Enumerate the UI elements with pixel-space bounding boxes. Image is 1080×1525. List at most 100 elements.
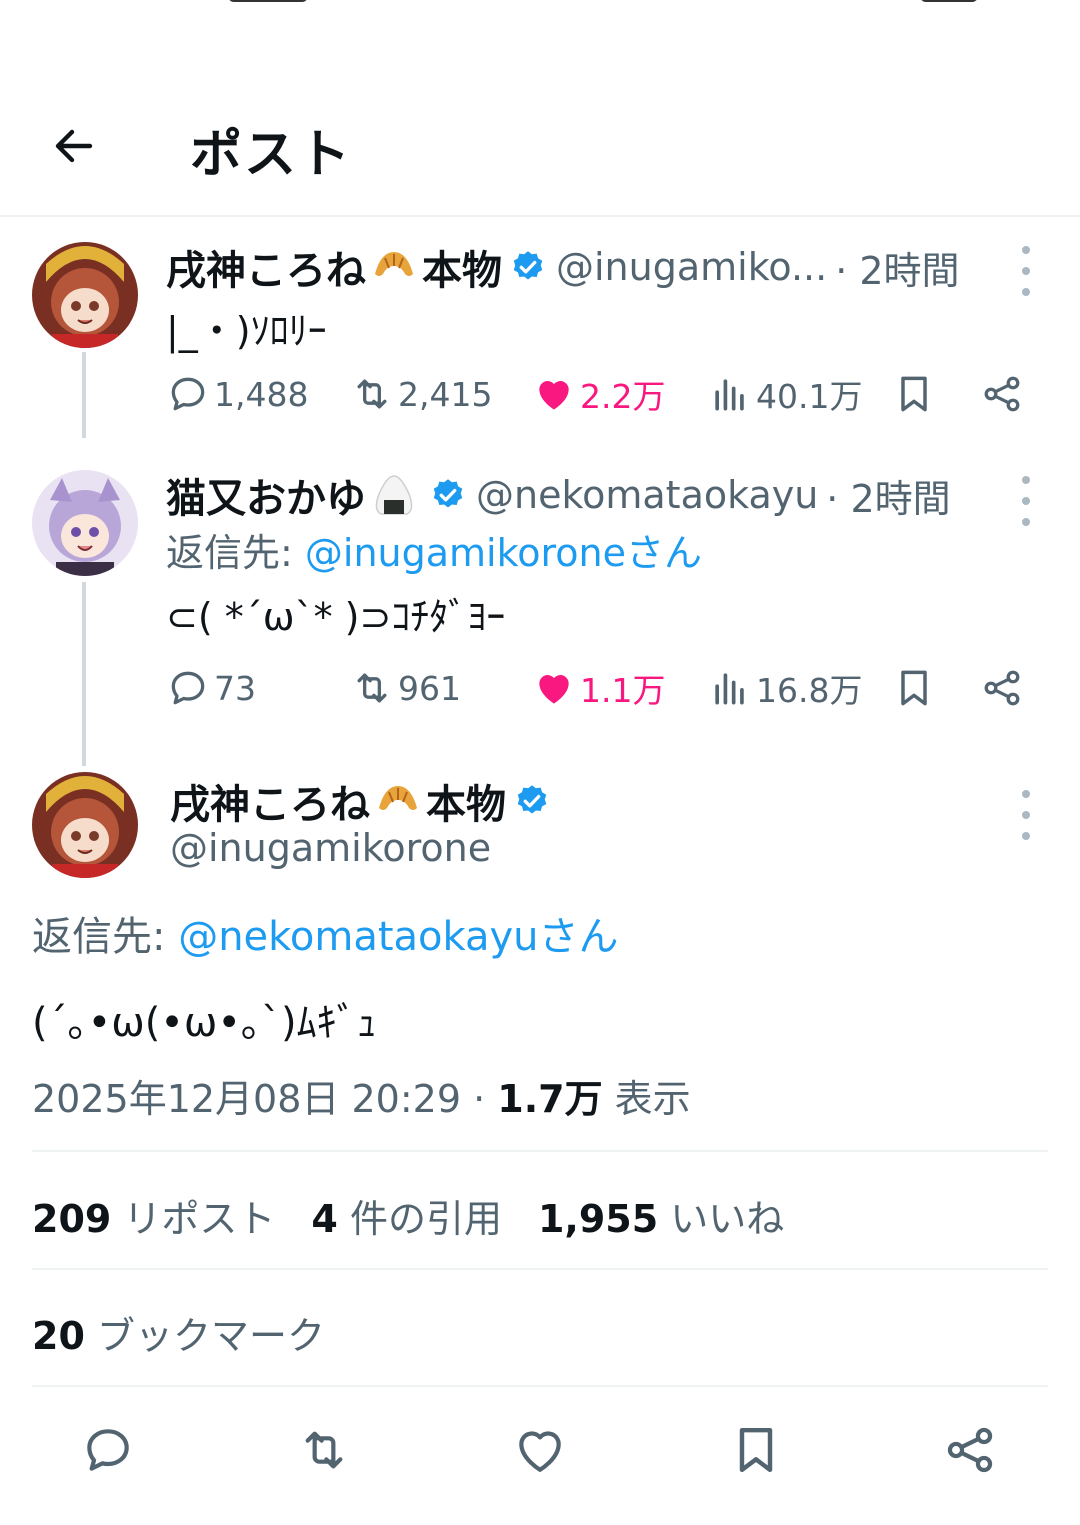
author-row: 猫又おかゆ @nekomataokayu · 2時間	[166, 466, 951, 524]
repost-count: 2,415	[398, 374, 493, 414]
page-title: ポスト	[190, 125, 353, 185]
reply-context: 返信先: @inugamikoroneさん	[166, 522, 702, 577]
timestamp[interactable]: · 2時間	[835, 240, 959, 295]
views-count: 40.1万	[756, 377, 863, 416]
repost-button[interactable]	[292, 1418, 356, 1482]
verified-badge-icon	[430, 477, 466, 513]
display-name[interactable]: 猫又おかゆ	[166, 466, 366, 524]
repost-button[interactable]: 2,415	[350, 366, 492, 422]
post-timestamp[interactable]: 2025年12月08日 20:29	[32, 1077, 461, 1121]
reply-icon	[171, 377, 205, 411]
repost-button[interactable]: 961	[350, 660, 461, 716]
likes-label: いいね	[658, 1197, 785, 1241]
timestamp[interactable]: · 2時間	[826, 468, 950, 523]
repost-icon	[357, 673, 387, 703]
main-avatar[interactable]	[32, 772, 138, 878]
main-display-name-suffix: 本物	[426, 782, 506, 828]
views-button[interactable]: 40.1万	[708, 366, 862, 422]
quotes-label: 件の引用	[337, 1197, 502, 1241]
views-button[interactable]: 16.8万	[708, 660, 862, 716]
main-post-actions	[0, 1410, 1080, 1490]
bookmarks-stat[interactable]: 20 ブックマーク	[32, 1305, 325, 1360]
main-reply-context: 返信先: @nekomataokayuさん	[32, 904, 619, 962]
reply-mention-link[interactable]: @inugamikoroneさん	[305, 531, 702, 575]
like-button[interactable]: 2.2万	[532, 366, 665, 422]
top-bar: ポスト	[0, 0, 1080, 217]
more-options-icon[interactable]	[1014, 790, 1038, 840]
author-row: 戌神ころね 本物 @inugamiko... · 2時間	[166, 238, 960, 296]
tweet-text: |_・)ｿﾛﾘｰ	[166, 309, 327, 353]
views-icon	[715, 673, 744, 705]
bookmark-button[interactable]	[892, 660, 936, 716]
main-tweet-text: (´｡•ω(•ω•｡`)ﾑｷﾞｭ	[32, 1000, 377, 1046]
divider	[32, 1385, 1048, 1387]
like-count: 2.2万	[580, 377, 666, 416]
thread-tweet[interactable]: 猫又おかゆ @nekomataokayu · 2時間 返信先: @inugami…	[0, 460, 1080, 760]
share-button[interactable]	[980, 660, 1024, 716]
share-button[interactable]	[938, 1418, 1002, 1482]
tweet-text: ⊂( *´ω`* )⊃ｺﾁﾀﾞﾖｰ	[166, 595, 506, 639]
reply-button[interactable]: 73	[166, 660, 256, 716]
heart-filled-icon	[539, 381, 569, 410]
share-icon	[947, 1427, 993, 1473]
reply-count: 73	[214, 668, 256, 708]
like-button[interactable]: 1.1万	[532, 660, 665, 716]
handle[interactable]: @nekomataokayu	[476, 473, 818, 517]
share-icon	[984, 670, 1020, 706]
reposts-stat[interactable]: 209 リポスト	[32, 1188, 275, 1243]
reposts-count: 209	[32, 1197, 112, 1241]
reply-mention-link[interactable]: @nekomataokayuさん	[178, 914, 618, 960]
reply-icon	[171, 671, 205, 705]
views-count: 16.8万	[756, 671, 863, 710]
views-label: 表示	[602, 1077, 691, 1121]
view-count: 1.7万	[497, 1077, 603, 1121]
repost-icon	[305, 1431, 343, 1469]
share-button[interactable]	[980, 366, 1024, 422]
main-author-row: 戌神ころね 本物	[170, 772, 560, 830]
handle[interactable]: @inugamiko...	[556, 245, 827, 289]
views-icon	[715, 379, 744, 411]
reposts-label: リポスト	[111, 1197, 276, 1241]
thread-tweet[interactable]: 戌神ころね 本物 @inugamiko... · 2時間 |_・)ｿﾛﾘｰ 1,…	[0, 230, 1080, 430]
quotes-count: 4	[311, 1197, 338, 1241]
avatar[interactable]	[32, 470, 138, 576]
divider	[32, 1150, 1048, 1152]
reply-prefix: 返信先:	[32, 914, 179, 960]
post-stats: 209 リポスト 4 件の引用 1,955 いいね	[32, 1188, 820, 1243]
reply-icon	[87, 1429, 129, 1471]
bookmark-icon	[739, 1427, 773, 1473]
heart-icon	[519, 1431, 561, 1472]
main-display-name[interactable]: 戌神ころね	[170, 772, 370, 830]
bookmark-button[interactable]	[724, 1418, 788, 1482]
like-button[interactable]	[508, 1418, 572, 1482]
verified-badge-icon	[510, 249, 546, 285]
bookmark-icon	[901, 376, 927, 412]
heart-filled-icon	[539, 675, 569, 704]
reply-button[interactable]: 1,488	[166, 366, 308, 422]
more-options-icon[interactable]	[1014, 246, 1038, 296]
main-handle[interactable]: @inugamikorone	[170, 826, 491, 870]
back-button[interactable]	[46, 118, 102, 174]
croissant-icon	[368, 241, 420, 293]
reply-button[interactable]	[76, 1418, 140, 1482]
divider	[32, 1268, 1048, 1270]
tweet-actions: 73 961 1.1万 16.8万	[166, 660, 1046, 716]
bookmark-button[interactable]	[892, 366, 936, 422]
likes-stat[interactable]: 1,955 いいね	[538, 1188, 784, 1243]
avatar[interactable]	[32, 242, 138, 348]
meta-separator: ·	[461, 1077, 498, 1121]
display-name[interactable]: 戌神ころね	[166, 238, 366, 296]
reply-count: 1,488	[214, 374, 309, 414]
reply-prefix: 返信先:	[166, 531, 305, 575]
post-meta: 2025年12月08日 20:29 · 1.7万 表示	[32, 1068, 691, 1123]
bookmarks-label: ブックマーク	[84, 1314, 325, 1358]
bookmarks-count: 20	[32, 1314, 85, 1358]
croissant-icon	[372, 775, 424, 827]
bookmark-icon	[901, 670, 927, 706]
repost-count: 961	[398, 668, 461, 708]
tweet-actions: 1,488 2,415 2.2万 40.1万	[166, 366, 1046, 422]
share-icon	[984, 376, 1020, 412]
display-name-suffix: 本物	[422, 248, 502, 294]
quotes-stat[interactable]: 4 件の引用	[311, 1188, 502, 1243]
more-options-icon[interactable]	[1014, 476, 1038, 526]
